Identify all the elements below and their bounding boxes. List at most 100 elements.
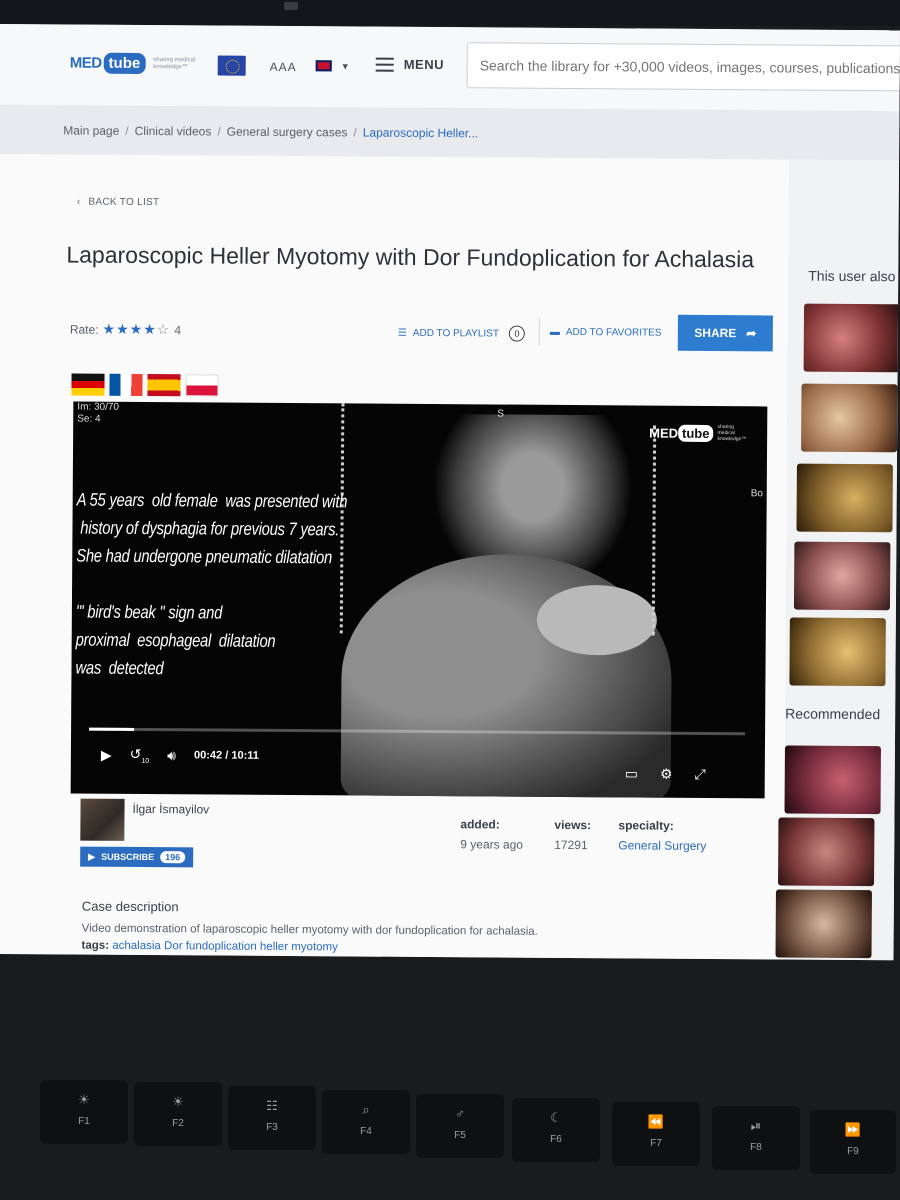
key-f6[interactable]: ☾ F6	[512, 1098, 600, 1162]
star-empty-icon[interactable]: ☆	[157, 321, 171, 337]
spanish-flag-icon[interactable]	[147, 374, 181, 397]
moon-icon: ☾	[550, 1110, 562, 1125]
star-icon[interactable]: ★	[116, 321, 130, 337]
key-f9[interactable]: ⏩ F9	[810, 1110, 896, 1174]
right-sidebar: This user also Recommended	[775, 159, 900, 961]
brightness-down-icon: ☀	[78, 1092, 90, 1107]
key-label: F8	[750, 1142, 762, 1153]
key-f8[interactable]: ⏯ F8	[712, 1106, 800, 1170]
stat-label: views:	[554, 817, 592, 833]
case-description-text: Video demonstration of laparoscopic hell…	[81, 922, 538, 938]
key-f4[interactable]: ⌕ F4	[322, 1090, 410, 1154]
key-label: F1	[78, 1116, 90, 1127]
uk-flag-icon[interactable]	[315, 60, 332, 72]
stat-views: views: 17291	[554, 818, 591, 852]
key-label: F2	[172, 1118, 184, 1129]
specialty-link[interactable]: General Surgery	[618, 838, 706, 853]
video-thumbnail[interactable]	[775, 889, 872, 959]
rewind-icon: ⏪	[647, 1114, 665, 1129]
key-f5[interactable]: ♂ F5	[416, 1094, 504, 1158]
video-player[interactable]: Im: 30/70 Se: 4 S Bo MED tube sharing med…	[70, 401, 768, 799]
tags-label: tags:	[81, 939, 110, 952]
rating: Rate: ★★★★☆ 4	[70, 320, 181, 338]
subscribe-label: SUBSCRIBE	[101, 851, 155, 863]
page-title: Laparoscopic Heller Myotomy with Dor Fun…	[66, 241, 755, 273]
add-to-playlist-button[interactable]: ☰ ADD TO PLAYLIST 0	[398, 325, 526, 342]
browser-screen: MED tube sharing medical knowledge™ AAA …	[0, 24, 900, 961]
share-label: SHARE	[694, 325, 737, 341]
fast-forward-icon: ⏩	[844, 1122, 862, 1137]
caret-down-icon[interactable]: ▼	[341, 61, 350, 71]
share-button[interactable]: SHARE ➦	[677, 314, 773, 352]
key-f2[interactable]: ☀ F2	[134, 1082, 222, 1146]
play-icon[interactable]: ▶	[101, 747, 112, 764]
video-controls: ▶ ↺10 🔊︎ 00:42 / 10:11	[101, 746, 259, 766]
rating-value: 4	[174, 322, 182, 337]
video-thumbnail[interactable]	[796, 463, 893, 533]
key-f7[interactable]: ⏪ F7	[612, 1102, 700, 1166]
divider	[538, 317, 540, 346]
volume-icon[interactable]: 🔊︎	[167, 747, 176, 764]
logo-med: MED	[69, 54, 102, 72]
german-flag-icon[interactable]	[71, 373, 105, 396]
watermark-tube: tube	[677, 424, 714, 442]
back-to-list-link[interactable]: ‹ BACK TO LIST	[77, 197, 160, 209]
settings-gear-icon[interactable]: ⚙	[660, 766, 673, 783]
stat-label: added:	[460, 817, 500, 832]
sidebar-heading: This user also	[808, 267, 896, 285]
breadcrumb-main-page[interactable]: Main page	[63, 123, 119, 137]
key-label: F4	[360, 1126, 372, 1137]
tags-links[interactable]: achalasia Dor fundoplication heller myot…	[112, 940, 338, 954]
menu-button[interactable]: MENU	[375, 57, 444, 72]
polish-flag-icon[interactable]	[185, 374, 219, 397]
avatar[interactable]	[80, 798, 125, 841]
subscribe-button[interactable]: ▶ SUBSCRIBE 196	[80, 846, 194, 868]
video-time: 00:42 / 10:11	[194, 750, 259, 762]
ct-marker: S	[497, 408, 504, 420]
site-header: MED tube sharing medical knowledge™ AAA …	[0, 24, 900, 113]
playlist-count: 0	[508, 325, 526, 342]
folder-icon: ▬	[549, 326, 560, 338]
progress-fill	[89, 727, 135, 731]
french-flag-icon[interactable]	[109, 373, 143, 397]
add-to-favorites-button[interactable]: ▬ ADD TO FAVORITES	[550, 327, 662, 339]
video-thumbnail[interactable]	[803, 303, 900, 373]
rewind-10-icon[interactable]: ↺10	[130, 746, 150, 765]
search-icon: ⌕	[362, 1102, 370, 1117]
search-input[interactable]	[466, 42, 900, 92]
video-controls-right: ▭ ⚙ ⤢	[625, 765, 706, 783]
breadcrumb-current[interactable]: Laparoscopic Heller...	[363, 126, 479, 141]
logo-tube: tube	[103, 52, 146, 75]
font-size-toggle[interactable]: AAA	[270, 60, 297, 74]
star-icon[interactable]: ★	[143, 321, 157, 337]
mission-control-icon: ☷	[266, 1098, 278, 1113]
airplay-icon[interactable]: ▭	[625, 765, 638, 782]
star-icon[interactable]: ★	[103, 321, 117, 337]
video-caption: A 55 years old female was presented with…	[75, 489, 348, 679]
ct-ribs-right	[651, 425, 666, 636]
video-thumbnail[interactable]	[789, 617, 886, 687]
rating-stars[interactable]: ★★★★☆	[102, 321, 171, 338]
video-thumbnail[interactable]	[778, 817, 875, 887]
case-description-heading: Case description	[81, 898, 179, 915]
play-pause-icon: ⏯	[750, 1118, 762, 1133]
breadcrumb-clinical-videos[interactable]: Clinical videos	[135, 124, 212, 139]
rewind-label: 10	[141, 757, 150, 765]
camera-notch	[284, 2, 298, 10]
ct-info: Im: 30/70 Se: 4	[77, 402, 119, 426]
duration: 10:11	[231, 750, 259, 763]
key-label: F9	[847, 1146, 859, 1157]
key-f1[interactable]: ☀ F1	[40, 1080, 128, 1144]
video-thumbnail[interactable]	[784, 745, 881, 815]
stat-specialty: specialty: General Surgery	[618, 818, 706, 853]
watermark-med: MED	[649, 425, 679, 441]
back-label: BACK TO LIST	[88, 196, 160, 209]
star-icon[interactable]: ★	[130, 321, 144, 337]
fullscreen-icon[interactable]: ⤢	[695, 766, 706, 783]
video-thumbnail[interactable]	[801, 383, 898, 453]
medtube-logo[interactable]: MED tube sharing medical knowledge™	[69, 52, 200, 75]
key-f3[interactable]: ☷ F3	[228, 1086, 316, 1150]
breadcrumb-general-surgery[interactable]: General surgery cases	[227, 125, 348, 140]
video-thumbnail[interactable]	[793, 541, 891, 611]
author-name[interactable]: İlgar İsmayilov	[132, 802, 209, 817]
